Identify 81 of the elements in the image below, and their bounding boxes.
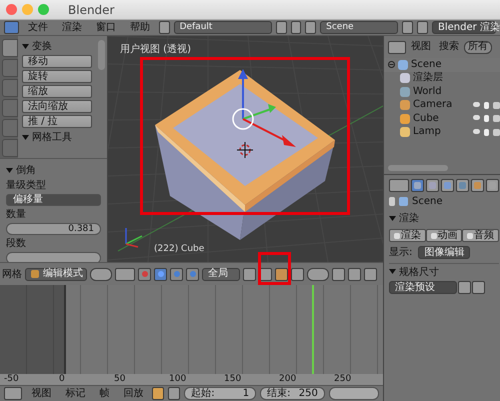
playhead[interactable]	[312, 285, 314, 374]
field-label: 显示:	[389, 247, 412, 258]
expanded-triangle-icon[interactable]	[22, 42, 29, 50]
frame-tick-label: 150	[224, 374, 242, 385]
field-label: 数量	[6, 209, 27, 220]
3d-cursor-icon	[237, 142, 253, 158]
panel-header[interactable]: 渲染	[389, 211, 499, 225]
menu-item[interactable]: 回放	[118, 388, 148, 398]
frame-tick-label: 0	[59, 374, 66, 385]
property-tab[interactable]	[486, 179, 499, 192]
preset-selector[interactable]: 渲染预设	[389, 281, 457, 294]
field-label: 段数	[6, 238, 27, 249]
frame-tick-label: 50	[114, 374, 126, 385]
viewport-label: 用户视图 (透视)	[120, 42, 191, 56]
world-icon	[400, 86, 410, 97]
menu-item[interactable]: 网格	[2, 268, 22, 280]
orientation-selector[interactable]: 全局	[202, 268, 240, 280]
menu-item[interactable]: 文件	[22, 22, 53, 32]
layers-icon	[400, 73, 410, 84]
filter-selector[interactable]: 所有	[464, 40, 492, 54]
menu-item[interactable]: 帧	[94, 388, 114, 398]
lamp-icon	[400, 127, 410, 138]
scene-selector[interactable]: Scene	[320, 21, 398, 34]
expanded-triangle-icon[interactable]	[389, 214, 396, 222]
panel-header[interactable]: 倒角	[6, 163, 101, 177]
panel-header[interactable]: 网格工具	[22, 130, 92, 144]
menu-item[interactable]: 帮助	[124, 22, 155, 32]
tool-button[interactable]: 旋转	[22, 70, 92, 83]
menu-item[interactable]: 搜索	[436, 42, 462, 52]
outliner-item[interactable]: 渲染层	[413, 73, 443, 84]
dropdown-field[interactable]: 偏移量	[6, 194, 101, 206]
outliner-item[interactable]: Cube	[413, 114, 439, 124]
mode-icon	[31, 270, 39, 278]
number-field[interactable]	[6, 252, 101, 262]
close-button[interactable]	[6, 4, 17, 15]
expanded-triangle-icon[interactable]	[6, 166, 13, 174]
render-button[interactable]: 动画	[426, 229, 462, 242]
scrollbar[interactable]	[98, 40, 105, 70]
context-label: Scene	[412, 196, 442, 207]
highlight-frame	[258, 252, 291, 285]
collapse-icon[interactable]	[388, 61, 395, 68]
tool-button[interactable]: 缩放	[22, 85, 92, 98]
object-label: (222) Cube	[154, 244, 204, 254]
render-button[interactable]: 音频	[462, 229, 500, 242]
outliner-item[interactable]: Camera	[413, 100, 452, 110]
frame-tick-label: 100	[169, 374, 188, 385]
display-selector[interactable]: 图像编辑	[418, 246, 470, 259]
end-frame-field[interactable]: 结束: 250	[260, 387, 325, 400]
number-field[interactable]: 0.381	[6, 223, 101, 235]
tool-button[interactable]: 推 / 拉	[22, 115, 92, 128]
property-tab[interactable]	[441, 179, 454, 192]
property-tab[interactable]	[471, 179, 484, 192]
expanded-triangle-icon[interactable]	[389, 268, 396, 275]
expanded-triangle-icon[interactable]	[22, 134, 29, 140]
outliner-item[interactable]: Lamp	[413, 127, 441, 138]
property-tab[interactable]	[411, 179, 424, 192]
outliner-item[interactable]: World	[413, 86, 442, 97]
side-tab[interactable]	[2, 39, 18, 57]
tool-button[interactable]: 法向缩放	[22, 100, 92, 113]
layout-selector[interactable]: Default	[174, 21, 272, 34]
frame-tick-label: -50	[4, 374, 20, 385]
menu-item[interactable]: 窗口	[90, 22, 121, 32]
field-label: 量级类型	[6, 180, 47, 191]
window-title: Blender	[68, 2, 114, 16]
menu-item[interactable]: 视图	[408, 42, 434, 52]
property-tab[interactable]	[456, 179, 469, 192]
scrollbar[interactable]	[388, 165, 448, 171]
mode-selector[interactable]: 编辑模式	[25, 268, 87, 280]
start-frame-field[interactable]: 起始: 1	[184, 387, 256, 400]
property-tab[interactable]	[426, 179, 439, 192]
tool-button[interactable]: 移动	[22, 55, 92, 68]
menu-item[interactable]: 标记	[60, 388, 90, 398]
render-button[interactable]: 渲染	[389, 229, 426, 242]
menu-item[interactable]: 渲染	[56, 22, 87, 32]
mesh-icon	[400, 114, 410, 124]
menu-item[interactable]: 视图	[26, 388, 56, 398]
panel-header[interactable]: 规格尺寸	[389, 263, 499, 277]
frame-tick-label: 200	[279, 374, 298, 385]
current-frame-field[interactable]	[328, 387, 380, 400]
panel-header[interactable]: 变换	[22, 39, 92, 53]
frame-tick-label: 250	[334, 374, 352, 385]
